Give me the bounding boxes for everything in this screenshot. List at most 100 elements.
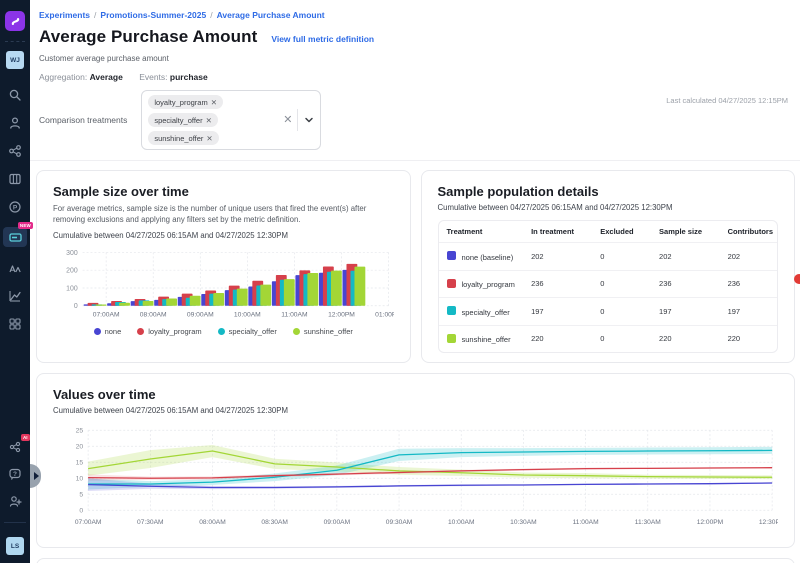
values-cumulative: Cumulative between 04/27/2025 06:15AM an… [53,406,778,415]
svg-text:5: 5 [79,492,83,499]
help-chat-icon[interactable]: ? [8,466,23,481]
svg-text:09:00AM: 09:00AM [324,519,351,526]
metric-dispersion-card: Metric dispersion Cumulative between 04/… [36,558,795,563]
legend-label: none [105,327,122,336]
table-cell: 197 [720,298,777,326]
svg-text:09:00AM: 09:00AM [187,311,214,318]
events-value: purchase [170,72,208,82]
flows-icon[interactable] [8,143,23,158]
legend-item[interactable]: specialty_offer [218,327,277,336]
ab-test-icon[interactable] [8,260,23,275]
treatment-name: sunshine_offer [462,335,511,344]
page-header: Experiments/Promotions-Summer-2025/Avera… [30,0,800,161]
last-calculated-timestamp: Last calculated 04/27/2025 12:15PM [666,96,788,105]
apps-grid-icon[interactable] [8,316,23,331]
legend-dot [94,328,101,335]
app-logo-icon[interactable] [5,11,25,31]
chip-remove-icon[interactable]: ✕ [211,98,217,107]
app-window: WJ P NEW [0,0,800,563]
table-cell: 197 [523,298,592,326]
legend-item[interactable]: loyalty_program [137,327,201,336]
ai-assistant-icon[interactable]: AI [8,439,23,454]
columns-icon[interactable] [8,171,23,186]
workspace-avatar[interactable]: WJ [6,51,24,69]
treatment-color-swatch [447,279,456,288]
treatment-chip[interactable]: loyalty_program✕ [148,95,223,109]
treatment-chip[interactable]: specialty_offer✕ [148,113,218,127]
aggregation-label: Aggregation: [39,72,87,82]
svg-text:07:00AM: 07:00AM [75,519,102,526]
invite-user-icon[interactable] [8,493,23,508]
svg-text:300: 300 [66,250,78,257]
svg-text:100: 100 [66,285,78,292]
aggregation-row: Aggregation: Average Events: purchase [39,72,788,82]
svg-text:07:30AM: 07:30AM [137,519,164,526]
column-header: Excluded [592,221,651,243]
treatment-chip[interactable]: sunshine_offer✕ [148,131,218,145]
edge-notification-dot[interactable] [794,274,800,284]
column-header: Sample size [651,221,720,243]
table-row: specialty_offer1970197197 [439,298,778,326]
legend-item[interactable]: none [94,327,122,336]
table-cell: 0 [592,243,651,271]
sidebar-nav: WJ P NEW [0,0,30,563]
sidebar-bottom-divider [4,522,26,523]
new-badge: NEW [18,222,33,229]
sidebar-divider [5,41,25,42]
svg-text:12:00PM: 12:00PM [697,519,724,526]
comparison-treatments-label: Comparison treatments [39,115,127,125]
sample-size-title: Sample size over time [53,184,394,199]
table-cell: 0 [592,270,651,298]
comparison-treatments-select[interactable]: loyalty_program✕ specialty_offer✕ sunshine… [141,90,321,150]
column-header: Contributors [720,221,777,243]
table-cell: 202 [651,243,720,271]
values-line-chart: 051015202507:00AM07:30AM08:00AM08:30AM09… [53,421,778,539]
svg-text:11:00AM: 11:00AM [573,519,599,526]
chevron-right-icon [34,472,39,480]
table-row: none (baseline)2020202202 [439,243,778,271]
table-cell: 197 [651,298,720,326]
table-cell: 236 [720,270,777,298]
svg-text:11:30AM: 11:30AM [635,519,661,526]
page-title: Average Purchase Amount [39,27,257,47]
events-label: Events: [139,72,167,82]
breadcrumb: Experiments/Promotions-Summer-2025/Avera… [39,10,788,20]
user-avatar[interactable]: LS [6,537,24,555]
view-metric-definition-link[interactable]: View full metric definition [271,34,374,44]
chevron-down-icon[interactable] [304,115,314,125]
breadcrumb-metric-name[interactable]: Average Purchase Amount [217,10,325,20]
sample-size-card: Sample size over time For average metric… [36,170,411,363]
line-chart-icon[interactable] [8,288,23,303]
breadcrumb-experiments[interactable]: Experiments [39,10,90,20]
svg-text:?: ? [13,471,17,478]
svg-text:12:30PM: 12:30PM [759,519,778,526]
legend-item[interactable]: sunshine_offer [293,327,353,336]
population-table-header: TreatmentIn treatmentExcludedSample size… [439,221,778,243]
chip-label: sunshine_offer [154,134,203,143]
table-cell: 202 [720,243,777,271]
legend-label: sunshine_offer [304,327,353,336]
breadcrumb-experiment-name[interactable]: Promotions-Summer-2025 [100,10,206,20]
svg-text:P: P [13,204,18,211]
population-cumulative: Cumulative between 04/27/2025 06:15AM an… [438,203,779,212]
select-divider [297,109,298,131]
legend-label: specialty_offer [229,327,277,336]
table-cell: 202 [523,243,592,271]
table-cell: 220 [651,325,720,352]
treatment-color-swatch [447,251,456,260]
sample-size-cumulative: Cumulative between 04/27/2025 06:15AM an… [53,231,394,240]
chip-remove-icon[interactable]: ✕ [206,116,212,125]
search-icon[interactable] [8,87,23,102]
legend-dot [137,328,144,335]
ai-badge: AI [21,434,30,441]
svg-text:20: 20 [76,444,84,451]
svg-text:200: 200 [66,267,78,274]
clear-all-icon[interactable]: ✕ [283,115,292,126]
sidebar-item-experiments-active[interactable]: NEW [3,227,27,247]
users-icon[interactable] [8,115,23,130]
pulse-circle-icon[interactable]: P [8,199,23,214]
chip-remove-icon[interactable]: ✕ [206,134,212,143]
table-row: loyalty_program2360236236 [439,270,778,298]
svg-text:10:30AM: 10:30AM [510,519,537,526]
population-details-card: Sample population details Cumulative bet… [421,170,796,363]
